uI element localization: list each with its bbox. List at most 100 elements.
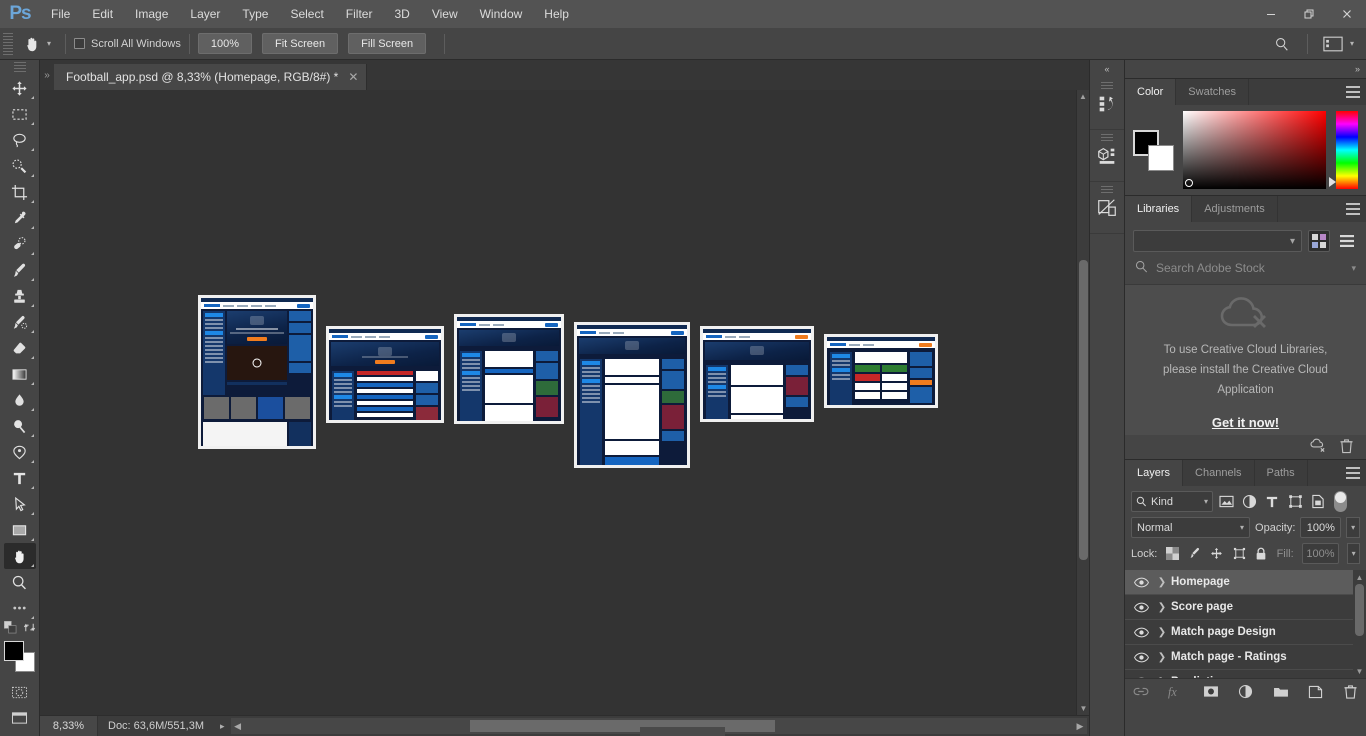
color-spectrum-field[interactable] bbox=[1183, 111, 1326, 189]
workspace-caret-icon[interactable]: ▾ bbox=[1350, 39, 1354, 48]
path-selection-tool[interactable] bbox=[4, 491, 36, 517]
history-brush-tool[interactable] bbox=[4, 309, 36, 335]
3d-panel-icon[interactable] bbox=[1090, 130, 1124, 182]
clone-stamp-tool[interactable] bbox=[4, 283, 36, 309]
scroll-all-windows-checkbox[interactable]: Scroll All Windows bbox=[74, 38, 181, 50]
layer-mask-icon[interactable] bbox=[1203, 684, 1219, 700]
eraser-tool[interactable] bbox=[4, 335, 36, 361]
minimize-button[interactable] bbox=[1252, 0, 1290, 28]
options-bar-grip[interactable] bbox=[3, 32, 13, 55]
blend-mode-select[interactable]: Normal ▾ bbox=[1131, 517, 1251, 538]
blur-tool[interactable] bbox=[4, 387, 36, 413]
match-page-ratings-artboard[interactable] bbox=[574, 322, 690, 468]
lock-transparent-pixels-icon[interactable] bbox=[1165, 546, 1179, 562]
history-panel-icon[interactable] bbox=[1090, 78, 1124, 130]
chevron-right-icon[interactable]: ❯ bbox=[1153, 602, 1171, 613]
status-options-icon[interactable]: ▸ bbox=[214, 721, 231, 732]
trash-icon[interactable] bbox=[1339, 438, 1354, 457]
edit-toolbar-tool[interactable] bbox=[4, 595, 36, 621]
lock-artboard-nesting-icon[interactable] bbox=[1232, 546, 1246, 562]
tab-swatches[interactable]: Swatches bbox=[1176, 79, 1249, 105]
panel-menu-icon[interactable] bbox=[1346, 86, 1360, 98]
vertical-scroll-thumb[interactable] bbox=[1079, 260, 1088, 560]
background-color-swatch[interactable] bbox=[1148, 145, 1174, 171]
layer-row-score-page[interactable]: ❯ Score page bbox=[1125, 595, 1366, 620]
canvas-stage[interactable] bbox=[40, 90, 1076, 715]
hue-slider[interactable] bbox=[1329, 111, 1358, 189]
chevron-down-icon[interactable]: ▾ bbox=[1351, 263, 1356, 274]
close-icon[interactable]: ✕ bbox=[348, 70, 358, 84]
type-filter-icon[interactable] bbox=[1262, 492, 1282, 512]
chevron-right-icon[interactable]: ❯ bbox=[1153, 577, 1171, 588]
spot-healing-brush-tool[interactable] bbox=[4, 231, 36, 257]
color-swatches[interactable] bbox=[3, 641, 36, 673]
shape-filter-icon[interactable] bbox=[1285, 492, 1305, 512]
rectangle-tool[interactable] bbox=[4, 517, 36, 543]
fill-value[interactable]: 100% bbox=[1301, 543, 1340, 564]
lock-all-icon[interactable] bbox=[1254, 546, 1268, 562]
filter-kind-select[interactable]: Kind ▾ bbox=[1131, 491, 1213, 512]
brush-tool[interactable] bbox=[4, 257, 36, 283]
panel-grip[interactable] bbox=[1101, 134, 1113, 141]
eye-icon[interactable] bbox=[1129, 677, 1153, 678]
menu-filter[interactable]: Filter bbox=[335, 0, 384, 28]
quick-selection-tool[interactable] bbox=[4, 153, 36, 179]
scroll-left-icon[interactable]: ◀ bbox=[231, 721, 245, 732]
tab-adjustments[interactable]: Adjustments bbox=[1192, 196, 1278, 222]
move-tool[interactable] bbox=[4, 75, 36, 101]
tab-channels[interactable]: Channels bbox=[1183, 460, 1255, 486]
scroll-down-icon[interactable]: ▼ bbox=[1353, 664, 1366, 678]
layer-style-icon[interactable]: fx bbox=[1168, 684, 1184, 700]
filter-enable-toggle[interactable] bbox=[1334, 491, 1347, 512]
grid-view-icon[interactable] bbox=[1308, 230, 1330, 252]
tab-paths[interactable]: Paths bbox=[1254, 460, 1308, 486]
screen-mode-icon[interactable] bbox=[4, 705, 36, 731]
menu-file[interactable]: File bbox=[40, 0, 81, 28]
hand-tool-icon[interactable] bbox=[17, 31, 47, 57]
menu-select[interactable]: Select bbox=[279, 0, 334, 28]
zoom-100-button[interactable]: 100% bbox=[197, 33, 253, 54]
fill-screen-button[interactable]: Fill Screen bbox=[348, 33, 427, 54]
fill-slider-icon[interactable]: ▾ bbox=[1347, 543, 1360, 564]
eye-icon[interactable] bbox=[1129, 627, 1153, 638]
link-layers-icon[interactable] bbox=[1133, 684, 1149, 700]
opacity-value[interactable]: 100% bbox=[1300, 517, 1342, 538]
swap-colors-icon[interactable] bbox=[23, 621, 36, 637]
chevron-right-icon[interactable]: ❯ bbox=[1153, 677, 1171, 679]
quick-mask-icon[interactable] bbox=[4, 679, 36, 705]
menu-edit[interactable]: Edit bbox=[81, 0, 124, 28]
lock-image-pixels-icon[interactable] bbox=[1188, 546, 1202, 562]
chevron-right-icon[interactable]: ❯ bbox=[1153, 627, 1171, 638]
tab-color[interactable]: Color bbox=[1125, 79, 1177, 105]
close-button[interactable] bbox=[1328, 0, 1366, 28]
new-group-icon[interactable] bbox=[1273, 684, 1289, 700]
pen-tool[interactable] bbox=[4, 439, 36, 465]
menu-type[interactable]: Type bbox=[231, 0, 279, 28]
tab-libraries[interactable]: Libraries bbox=[1125, 196, 1193, 222]
scroll-up-icon[interactable]: ▲ bbox=[1353, 570, 1366, 584]
tool-preset-caret-icon[interactable]: ▾ bbox=[47, 39, 51, 48]
sync-off-icon[interactable] bbox=[1310, 438, 1327, 456]
results-page-artboard[interactable] bbox=[824, 334, 938, 408]
layer-comps-panel-icon[interactable] bbox=[1090, 182, 1124, 234]
pixel-filter-icon[interactable] bbox=[1216, 492, 1236, 512]
crop-tool[interactable] bbox=[4, 179, 36, 205]
layer-row-match-page-ratings[interactable]: ❯ Match page - Ratings bbox=[1125, 645, 1366, 670]
eyedropper-tool[interactable] bbox=[4, 205, 36, 231]
zoom-level-field[interactable]: 8,33% bbox=[40, 715, 98, 736]
scroll-right-icon[interactable]: ▶ bbox=[1073, 721, 1087, 732]
hand-tool[interactable] bbox=[3, 543, 36, 569]
library-select[interactable]: ▾ bbox=[1133, 230, 1302, 252]
adjustment-filter-icon[interactable] bbox=[1239, 492, 1259, 512]
toolbar-grip[interactable] bbox=[13, 62, 26, 72]
panel-menu-icon[interactable] bbox=[1346, 467, 1360, 479]
smart-object-filter-icon[interactable] bbox=[1308, 492, 1328, 512]
tab-scroll-left-icon[interactable]: » bbox=[40, 60, 54, 90]
prediction-page-artboard[interactable] bbox=[700, 326, 814, 422]
eye-icon[interactable] bbox=[1129, 602, 1153, 613]
new-layer-icon[interactable] bbox=[1308, 684, 1324, 700]
panel-grip[interactable] bbox=[1101, 186, 1113, 193]
chevron-right-icon[interactable]: ❯ bbox=[1153, 652, 1171, 663]
layer-row-prediction-page[interactable]: ❯ Prediction page bbox=[1125, 670, 1366, 678]
dodge-tool[interactable] bbox=[4, 413, 36, 439]
